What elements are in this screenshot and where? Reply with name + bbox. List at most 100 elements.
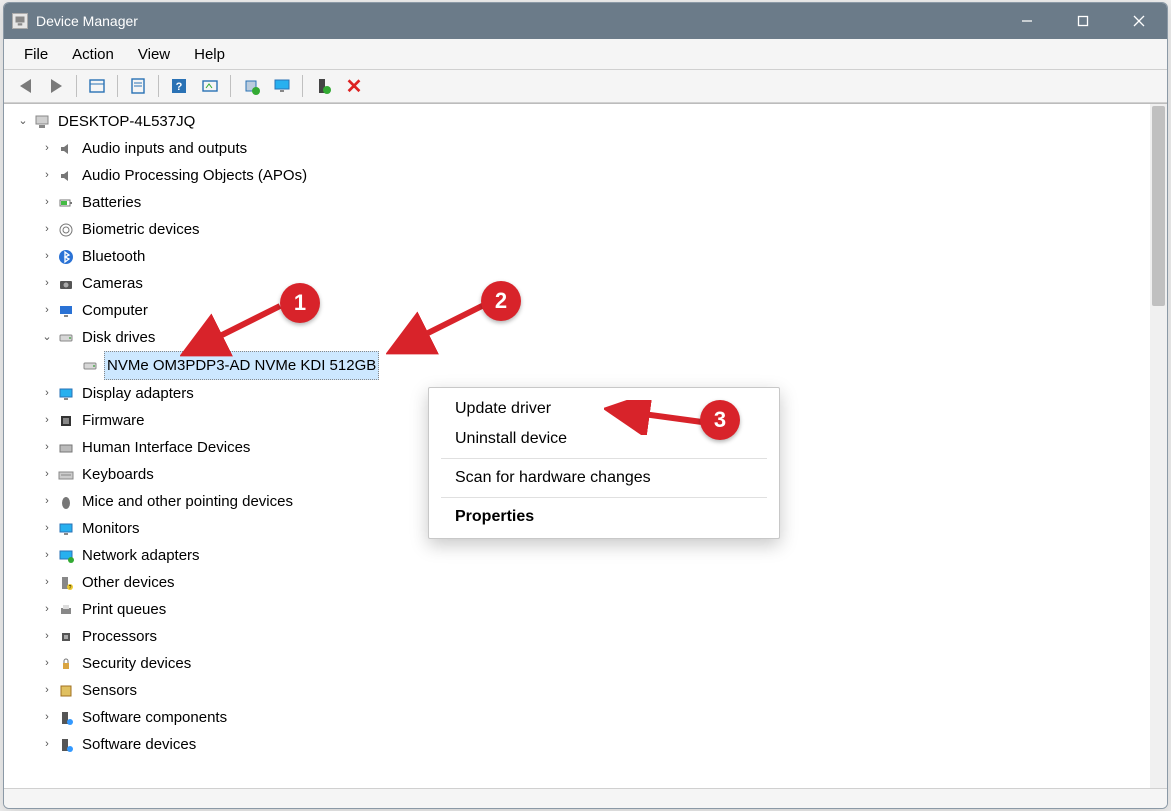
menu-view[interactable]: View	[126, 42, 182, 67]
tree-category[interactable]: ›Sensors	[10, 677, 1150, 704]
category-label: Disk drives	[80, 324, 157, 351]
uninstall-button[interactable]: ✕	[339, 72, 369, 100]
tree-category[interactable]: › Audio Processing Objects (APOs)	[10, 162, 1150, 189]
tree-category[interactable]: › Software components	[10, 704, 1150, 731]
tree-category[interactable]: › Software devices	[10, 731, 1150, 758]
minimize-button[interactable]	[999, 3, 1055, 39]
category-icon	[56, 385, 76, 403]
properties-button[interactable]	[123, 72, 153, 100]
context-separator	[441, 497, 767, 498]
category-icon	[56, 547, 76, 565]
context-scan-hardware[interactable]: Scan for hardware changes	[429, 463, 779, 493]
disk-icon	[80, 357, 100, 375]
tree-category[interactable]: › Audio inputs and outputs	[10, 135, 1150, 162]
scan-button[interactable]	[195, 72, 225, 100]
tree-category[interactable]: ›Biometric devices	[10, 216, 1150, 243]
category-icon	[56, 601, 76, 619]
tree-category[interactable]: ›Processors	[10, 623, 1150, 650]
update-driver-button[interactable]	[236, 72, 266, 100]
computer-icon	[32, 113, 52, 131]
chevron-right-icon[interactable]: ›	[40, 243, 54, 270]
tree-category[interactable]: › Cameras	[10, 270, 1150, 297]
x-icon: ✕	[346, 74, 363, 99]
tree-category[interactable]: ⌄ Disk drives	[10, 324, 1150, 351]
chevron-right-icon[interactable]: ›	[40, 135, 54, 162]
chevron-right-icon[interactable]: ›	[40, 216, 54, 243]
menu-action[interactable]: Action	[60, 42, 126, 67]
context-properties[interactable]: Properties	[429, 502, 779, 532]
tree-category[interactable]: › Bluetooth	[10, 243, 1150, 270]
category-label: Other devices	[80, 569, 177, 596]
chevron-right-icon[interactable]: ›	[40, 731, 54, 758]
chevron-right-icon[interactable]: ›	[40, 270, 54, 297]
close-button[interactable]	[1111, 3, 1167, 39]
category-icon	[56, 140, 76, 158]
tree-category[interactable]: ›Batteries	[10, 189, 1150, 216]
show-hidden-button[interactable]	[82, 72, 112, 100]
category-label: Bluetooth	[80, 243, 147, 270]
toolbar-separator	[302, 75, 303, 97]
category-icon	[56, 194, 76, 212]
chevron-right-icon[interactable]: ›	[40, 569, 54, 596]
menu-help[interactable]: Help	[182, 42, 237, 67]
chevron-right-icon[interactable]: ›	[40, 407, 54, 434]
chevron-right-icon[interactable]: ›	[40, 434, 54, 461]
category-label: Mice and other pointing devices	[80, 488, 295, 515]
toolbar-separator	[158, 75, 159, 97]
tree-device-selected[interactable]: NVMe OM3PDP3-AD NVMe KDI 512GB	[10, 351, 1150, 380]
toolbar-separator	[76, 75, 77, 97]
chevron-down-icon[interactable]: ⌄	[16, 108, 30, 135]
chevron-right-icon[interactable]: ›	[40, 380, 54, 407]
enable-button[interactable]	[308, 72, 338, 100]
category-label: Audio inputs and outputs	[80, 135, 249, 162]
toolbar: ? ✕	[4, 69, 1167, 103]
category-label: Cameras	[80, 270, 145, 297]
vertical-scrollbar[interactable]	[1150, 104, 1167, 788]
chevron-right-icon[interactable]: ›	[40, 650, 54, 677]
category-icon	[56, 439, 76, 457]
category-label: Computer	[80, 297, 150, 324]
category-label: Software components	[80, 704, 229, 731]
chevron-right-icon[interactable]: ›	[40, 623, 54, 650]
annotation-badge-1: 1	[280, 283, 320, 323]
tree-category[interactable]: ›Print queues	[10, 596, 1150, 623]
forward-button[interactable]	[41, 72, 71, 100]
category-label: Software devices	[80, 731, 198, 758]
back-button[interactable]	[10, 72, 40, 100]
chevron-right-icon[interactable]: ›	[40, 488, 54, 515]
svg-text:?: ?	[176, 81, 183, 93]
menu-file[interactable]: File	[12, 42, 60, 67]
tree-category[interactable]: › Computer	[10, 297, 1150, 324]
category-label: Audio Processing Objects (APOs)	[80, 162, 309, 189]
category-icon	[56, 275, 76, 293]
chevron-down-icon[interactable]: ⌄	[40, 324, 54, 351]
tree-category[interactable]: ›? Other devices	[10, 569, 1150, 596]
tree-category[interactable]: ›Security devices	[10, 650, 1150, 677]
tree-category[interactable]: ›Network adapters	[10, 542, 1150, 569]
category-icon	[56, 329, 76, 347]
chevron-right-icon[interactable]: ›	[40, 677, 54, 704]
svg-text:?: ?	[69, 585, 72, 591]
category-icon	[56, 520, 76, 538]
chevron-right-icon[interactable]: ›	[40, 515, 54, 542]
category-label: Monitors	[80, 515, 142, 542]
category-icon	[56, 709, 76, 727]
context-separator	[441, 458, 767, 459]
category-label: Keyboards	[80, 461, 156, 488]
monitor-button[interactable]	[267, 72, 297, 100]
chevron-right-icon[interactable]: ›	[40, 189, 54, 216]
chevron-right-icon[interactable]: ›	[40, 542, 54, 569]
scrollbar-thumb[interactable]	[1152, 106, 1165, 306]
chevron-right-icon[interactable]: ›	[40, 461, 54, 488]
chevron-right-icon[interactable]: ›	[40, 596, 54, 623]
menubar: File Action View Help	[4, 39, 1167, 69]
maximize-button[interactable]	[1055, 3, 1111, 39]
category-icon	[56, 655, 76, 673]
category-icon	[56, 493, 76, 511]
chevron-right-icon[interactable]: ›	[40, 297, 54, 324]
chevron-right-icon[interactable]: ›	[40, 704, 54, 731]
category-icon	[56, 682, 76, 700]
chevron-right-icon[interactable]: ›	[40, 162, 54, 189]
tree-root[interactable]: ⌄ DESKTOP-4L537JQ	[10, 108, 1150, 135]
help-button[interactable]: ?	[164, 72, 194, 100]
